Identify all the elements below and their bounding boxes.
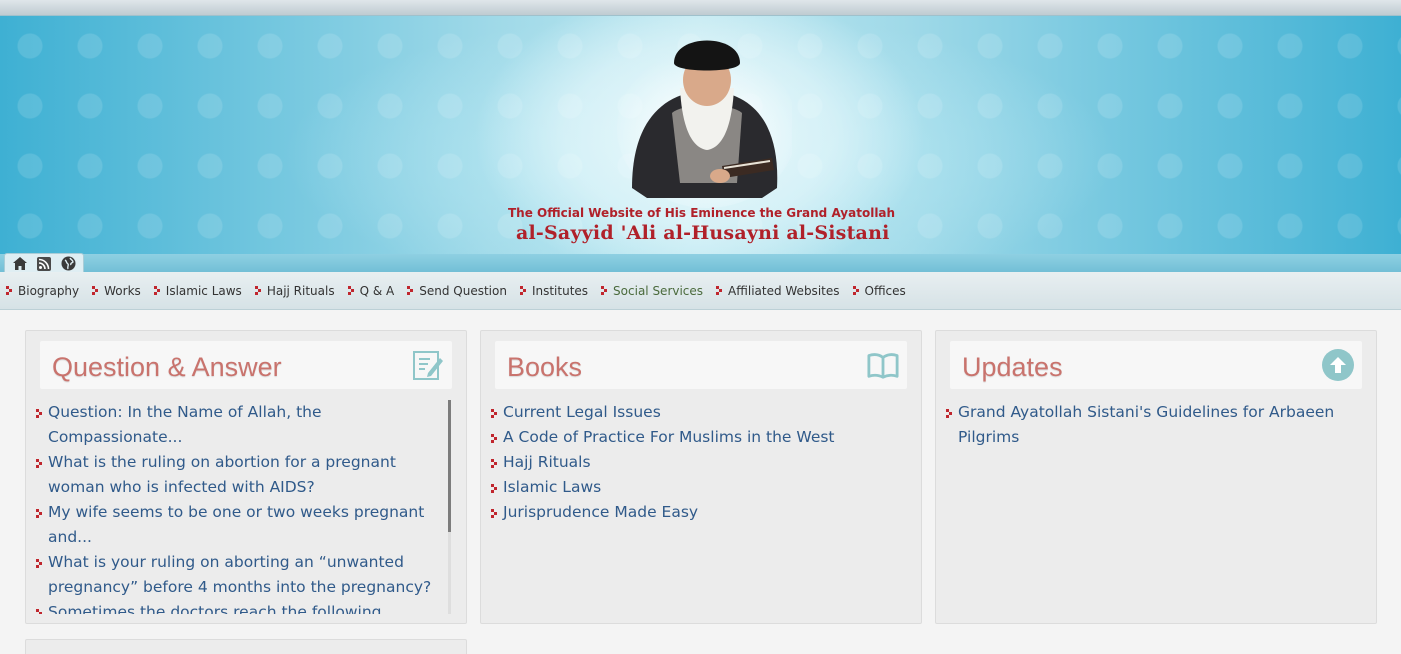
header-title: al-Sayyid 'Ali al-Husayni al-Sistani bbox=[516, 222, 890, 244]
bullet-icon bbox=[852, 286, 859, 295]
updates-panel-title: Updates bbox=[962, 352, 1063, 382]
nav-item-hajj-rituals[interactable]: Hajj Rituals bbox=[254, 284, 335, 298]
qa-panel-header: Question & Answer bbox=[40, 341, 452, 389]
nav-item-affiliated-websites[interactable]: Affiliated Websites bbox=[716, 284, 840, 298]
bullet-icon bbox=[36, 559, 42, 568]
rss-icon[interactable] bbox=[35, 255, 53, 273]
bullet-icon bbox=[36, 459, 42, 468]
bullet-icon bbox=[92, 286, 98, 295]
nav-item-islamic-laws[interactable]: Islamic Laws bbox=[153, 284, 242, 298]
updates-panel-header: Updates bbox=[950, 341, 1362, 389]
nav-item-q-and-a[interactable]: Q & A bbox=[347, 284, 394, 298]
updates-list: Grand Ayatollah Sistani's Guidelines for… bbox=[946, 400, 1351, 614]
nav-item-social-services[interactable]: Social Services bbox=[601, 284, 703, 298]
bullet-icon bbox=[254, 286, 261, 295]
bullet-icon bbox=[6, 286, 12, 295]
quick-icons bbox=[4, 253, 84, 273]
bullet-icon bbox=[716, 286, 722, 295]
qa-panel: Question & Answer Question: In the Name … bbox=[25, 330, 467, 624]
list-item[interactable]: Grand Ayatollah Sistani's Guidelines for… bbox=[946, 400, 1351, 450]
nav-item-send-question[interactable]: Send Question bbox=[407, 284, 507, 298]
books-panel: Books Current Legal Issues A Code of Pra… bbox=[480, 330, 922, 624]
bullet-icon bbox=[36, 409, 42, 418]
list-item[interactable]: What is the ruling on abortion for a pre… bbox=[36, 450, 441, 500]
qa-list: Question: In the Name of Allah, the Comp… bbox=[36, 400, 441, 614]
header-banner: The Official Website of His Eminence the… bbox=[0, 16, 1401, 254]
bullet-icon bbox=[946, 409, 952, 418]
bullet-icon bbox=[491, 434, 497, 443]
globe-icon[interactable] bbox=[59, 255, 77, 273]
bullet-icon bbox=[491, 509, 497, 518]
main-nav: Biography Works Islamic Laws Hajj Ritual… bbox=[0, 272, 1401, 310]
list-item[interactable]: A Code of Practice For Muslims in the We… bbox=[491, 425, 896, 450]
page: The Official Website of His Eminence the… bbox=[0, 0, 1401, 654]
books-panel-header: Books bbox=[495, 341, 907, 389]
book-icon bbox=[867, 349, 899, 381]
qa-panel-title: Question & Answer bbox=[52, 352, 282, 382]
list-item[interactable]: Current Legal Issues bbox=[491, 400, 896, 425]
bullet-icon bbox=[36, 609, 42, 614]
arrow-up-circle-icon bbox=[1322, 349, 1354, 381]
nav-item-offices[interactable]: Offices bbox=[852, 284, 906, 298]
bullet-icon bbox=[347, 286, 354, 295]
books-list: Current Legal Issues A Code of Practice … bbox=[491, 400, 896, 614]
bullet-icon bbox=[36, 509, 42, 518]
bullet-icon bbox=[601, 286, 607, 295]
books-panel-title: Books bbox=[507, 352, 583, 382]
list-item[interactable]: What is your ruling on aborting an “unwa… bbox=[36, 550, 441, 600]
header-subtitle: The Official Website of His Eminence the… bbox=[508, 206, 896, 220]
list-item[interactable]: Sometimes the doctors reach the followin… bbox=[36, 600, 441, 614]
edit-icon bbox=[412, 349, 444, 381]
bullet-icon bbox=[491, 409, 497, 418]
nav-item-institutes[interactable]: Institutes bbox=[519, 284, 588, 298]
bullet-icon bbox=[407, 286, 413, 295]
bullet-icon bbox=[491, 459, 497, 468]
qa-scrollbar[interactable] bbox=[448, 400, 451, 614]
home-icon[interactable] bbox=[11, 255, 29, 273]
list-item[interactable]: Islamic Laws bbox=[491, 475, 896, 500]
bullet-icon bbox=[519, 286, 526, 295]
browser-top-strip bbox=[0, 0, 1401, 16]
list-item[interactable]: Hajj Rituals bbox=[491, 450, 896, 475]
list-item[interactable]: Question: In the Name of Allah, the Comp… bbox=[36, 400, 441, 450]
portrait-image bbox=[617, 40, 792, 208]
nav-item-works[interactable]: Works bbox=[92, 284, 141, 298]
qa-scrollbar-thumb[interactable] bbox=[448, 400, 451, 532]
toolbar-strip bbox=[0, 254, 1401, 272]
next-panel bbox=[25, 639, 467, 654]
nav-item-biography[interactable]: Biography bbox=[6, 284, 79, 298]
list-item[interactable]: Jurisprudence Made Easy bbox=[491, 500, 896, 525]
bullet-icon bbox=[153, 286, 160, 295]
list-item[interactable]: My wife seems to be one or two weeks pre… bbox=[36, 500, 441, 550]
bullet-icon bbox=[491, 484, 497, 493]
updates-panel: Updates Grand Ayatollah Sistani's Guidel… bbox=[935, 330, 1377, 624]
